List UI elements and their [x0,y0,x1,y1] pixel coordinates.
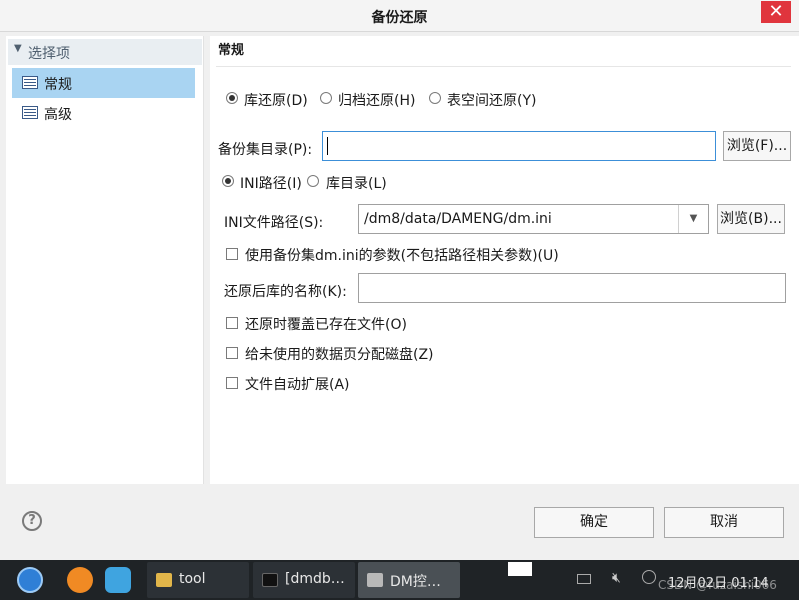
sidebar-item-label: 高级 [44,107,72,123]
taskbar-window-label: [dmdb… [285,571,345,587]
checkbox-overwrite-label[interactable]: 还原时覆盖已存在文件(O) [245,314,407,334]
backup-dir-input[interactable] [322,131,716,161]
ini-path-combo[interactable]: /dm8/data/DAMENG/dm.ini ▼ [358,204,709,234]
cancel-button[interactable]: 取消 [664,507,784,538]
taskbar-window-label: tool [179,571,206,587]
checkbox-overwrite[interactable] [226,317,238,329]
options-sidebar: ▼ 选择项 常规 高级 [6,36,204,484]
taskbar-window-terminal[interactable]: [dmdb… [253,562,355,598]
text-caret [327,137,328,155]
radio-tablespace-restore[interactable] [429,92,441,104]
browse-backup-dir-button[interactable]: 浏览(F)... [723,131,791,161]
radio-tablespace-restore-label[interactable]: 表空间还原(Y) [447,90,536,110]
radio-db-restore[interactable] [226,92,238,104]
terminal-icon [262,573,278,587]
radio-db-dir[interactable] [307,175,319,187]
taskbar-window-label: DM控… [390,574,441,590]
ok-button[interactable]: 确定 [534,507,654,538]
file-manager-icon[interactable] [105,567,131,593]
ini-path-value: /dm8/data/DAMENG/dm.ini [364,211,552,227]
folder-icon [156,573,172,587]
db-name-input[interactable] [358,273,786,303]
sidebar-header[interactable]: ▼ 选择项 [8,39,202,65]
collapse-triangle-icon[interactable]: ▼ [14,43,22,54]
checkbox-use-backup-ini-label[interactable]: 使用备份集dm.ini的参数(不包括路径相关参数)(U) [245,245,559,265]
checkbox-auto-extend[interactable] [226,377,238,389]
radio-ini-path-label[interactable]: INI路径(I) [240,173,302,193]
ini-path-label: INI文件路径(S): [224,215,324,231]
keyboard-icon[interactable] [577,574,591,584]
browser-icon[interactable] [67,567,93,593]
checkbox-allocate-disk-label[interactable]: 给未使用的数据页分配磁盘(Z) [245,344,434,364]
taskbar-window-dm-console[interactable]: DM控… [358,562,460,598]
sidebar-item-advanced[interactable]: 高级 [12,98,195,128]
radio-archive-restore-label[interactable]: 归档还原(H) [338,90,415,110]
input-method-indicator[interactable] [508,562,532,576]
close-icon[interactable]: ✕ [761,1,791,23]
db-name-label: 还原后库的名称(K): [224,284,347,300]
section-title: 常规 [218,43,245,58]
title-bar: 备份还原 ✕ [0,0,799,32]
radio-db-restore-label[interactable]: 库还原(D) [244,90,308,110]
sidebar-item-general[interactable]: 常规 [12,68,195,98]
list-icon [22,76,38,89]
taskbar-window-tool[interactable]: tool [147,562,249,598]
backup-dir-label: 备份集目录(P): [218,142,313,158]
section-divider [216,66,791,67]
sidebar-item-label: 常规 [44,77,72,93]
radio-db-dir-label[interactable]: 库目录(L) [326,173,387,193]
volume-muted-icon[interactable]: 🔇︎ [612,570,621,586]
radio-ini-path[interactable] [222,175,234,187]
taskbar: tool [dmdb… DM控… 🔇︎ 12月02日 01:14 CSDN @f… [0,560,799,600]
network-icon[interactable] [642,570,656,584]
checkbox-auto-extend-label[interactable]: 文件自动扩展(A) [245,374,350,394]
checkbox-use-backup-ini[interactable] [226,248,238,260]
dropdown-arrow-icon[interactable]: ▼ [678,205,708,233]
general-panel: 常规 库还原(D) 归档还原(H) 表空间还原(Y) 备份集目录(P): 浏览(… [210,36,799,484]
sidebar-header-label: 选择项 [28,46,70,62]
dm-console-icon [367,573,383,587]
window-title: 备份还原 [371,10,428,26]
list-icon [22,106,38,119]
help-icon[interactable]: ? [22,511,42,531]
checkbox-allocate-disk[interactable] [226,347,238,359]
radio-archive-restore[interactable] [320,92,332,104]
watermark-text: CSDN @fuzaishi066 [658,578,777,592]
start-menu-icon[interactable] [17,567,43,593]
browse-ini-button[interactable]: 浏览(B)... [717,204,785,234]
